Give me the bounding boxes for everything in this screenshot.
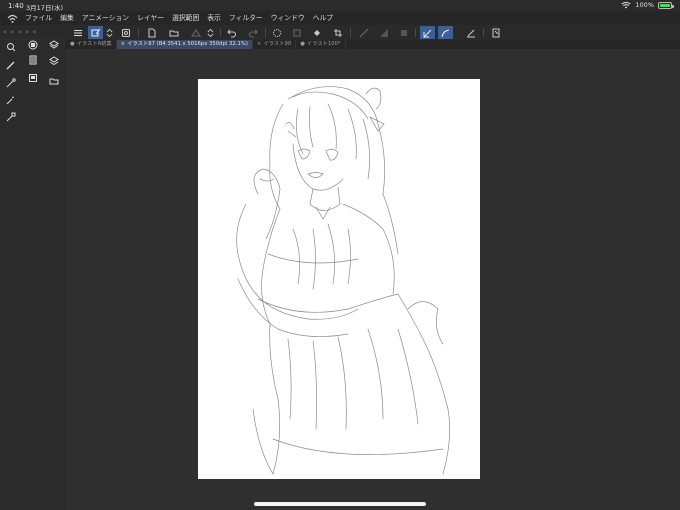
tab-label: イラスト87 (B4 3541 x 5016px 350dpi 32.1%) <box>127 41 248 47</box>
pen-icon[interactable] <box>4 58 18 72</box>
battery-icon <box>658 1 674 9</box>
stepper-icon[interactable] <box>105 26 114 39</box>
line-icon[interactable] <box>463 26 478 39</box>
open-folder-icon[interactable] <box>166 26 181 39</box>
menu-animation[interactable]: アニメーション <box>78 11 133 25</box>
fill-pen-icon[interactable] <box>4 110 18 124</box>
double-chevron-left-icon[interactable]: « <box>32 28 36 36</box>
close-icon[interactable]: ● <box>300 41 305 47</box>
menu-layer[interactable]: レイヤー <box>133 11 168 25</box>
app-logo-icon[interactable] <box>3 11 21 25</box>
tab-label: イラスト98 <box>263 41 292 47</box>
menu-edit[interactable]: 編集 <box>56 11 78 25</box>
double-chevron-right-icon[interactable]: » <box>10 28 14 36</box>
new-file-icon[interactable] <box>144 26 159 39</box>
menu-help[interactable]: ヘルプ <box>309 11 337 25</box>
document-tab-bar: ● イラスト6結集 × イラスト87 (B4 3541 x 5016px 350dp… <box>66 40 680 49</box>
layer-property-icon[interactable] <box>26 53 40 67</box>
close-icon[interactable]: × <box>121 41 125 47</box>
double-chevron-right-icon[interactable]: » <box>25 28 29 36</box>
menu-icon[interactable] <box>70 26 85 39</box>
tool-panel <box>0 40 66 510</box>
menu-file[interactable]: ファイル <box>21 11 56 25</box>
fill-bucket-icon[interactable] <box>309 26 324 39</box>
tab-label: イラスト6結集 <box>76 41 112 47</box>
vector-pen-icon[interactable] <box>4 76 18 90</box>
crop-icon[interactable] <box>330 26 345 39</box>
pen-stroke-icon[interactable] <box>420 26 435 39</box>
shape-icon[interactable] <box>396 26 411 39</box>
double-chevron-left-icon[interactable]: « <box>3 28 7 36</box>
transform-icon[interactable] <box>289 26 304 39</box>
double-chevron-left-icon[interactable]: « <box>18 28 22 36</box>
folder-icon[interactable] <box>47 74 61 88</box>
ios-status-bar: 1:40 3月17日(水) 100% <box>0 0 680 12</box>
document-tab[interactable]: ● イラスト100* <box>296 40 346 49</box>
magic-pen-icon[interactable] <box>4 93 18 107</box>
material-icon[interactable] <box>47 54 61 68</box>
redo-icon[interactable] <box>245 26 260 39</box>
close-icon[interactable]: ● <box>70 41 75 47</box>
status-right: 100% <box>621 1 674 9</box>
wifi-icon <box>621 2 631 9</box>
document-tab-active[interactable]: × イラスト87 (B4 3541 x 5016px 350dpi 32.1%) <box>116 40 253 49</box>
document-tab[interactable]: × イラスト98 <box>253 40 297 49</box>
layers-icon[interactable] <box>26 38 40 52</box>
menu-bar: ファイル 編集 アニメーション レイヤー 選択範囲 表示 フィルター ウィンドウ… <box>0 11 680 25</box>
tab-label: イラスト100* <box>306 41 341 47</box>
paste-icon[interactable] <box>118 26 133 39</box>
undo-icon[interactable] <box>224 26 239 39</box>
pen-curve-icon[interactable] <box>438 26 453 39</box>
zoom-icon[interactable] <box>4 40 18 54</box>
edit-canvas-icon[interactable] <box>88 26 103 39</box>
sketch-drawing <box>236 86 451 475</box>
warp-icon[interactable] <box>188 26 203 39</box>
panel-nav-strip: « » « » « <box>0 25 66 39</box>
menu-window[interactable]: ウィンドウ <box>267 11 309 25</box>
command-bar <box>66 25 680 40</box>
lasso-icon[interactable] <box>269 26 284 39</box>
ruler-icon[interactable] <box>356 26 371 39</box>
status-time: 1:40 <box>8 2 24 10</box>
stack-icon[interactable] <box>47 38 61 52</box>
home-indicator[interactable] <box>254 502 426 506</box>
document-tab[interactable]: ● イラスト6結集 <box>66 40 117 49</box>
navigator-icon[interactable] <box>26 71 40 85</box>
close-icon[interactable]: × <box>257 41 261 47</box>
battery-percent: 100% <box>635 1 654 9</box>
menu-view[interactable]: 表示 <box>203 11 225 25</box>
memo-icon[interactable] <box>488 26 503 39</box>
menu-filter[interactable]: フィルター <box>225 11 267 25</box>
gradient-icon[interactable] <box>376 26 391 39</box>
menu-selection[interactable]: 選択範囲 <box>168 11 203 25</box>
drawing-canvas[interactable] <box>198 79 480 479</box>
stepper-icon[interactable] <box>206 26 215 39</box>
